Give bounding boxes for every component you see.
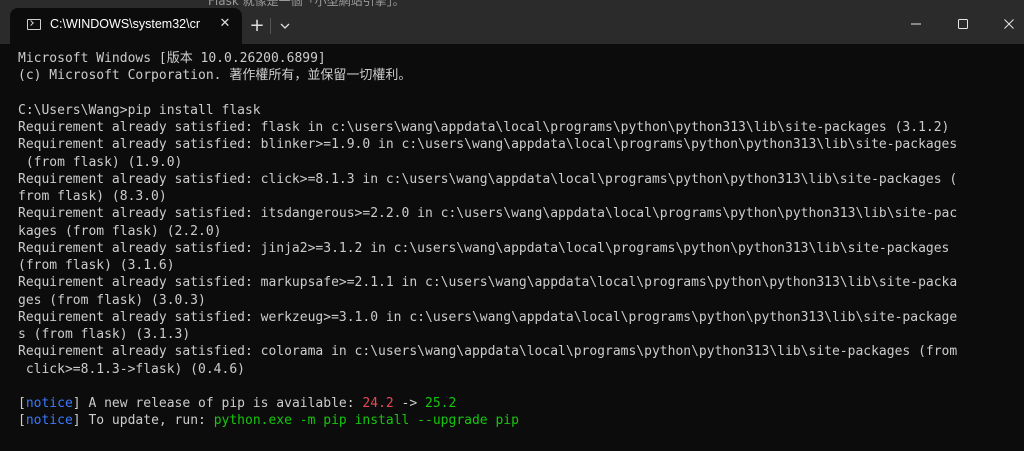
bracket: ]: [72, 413, 81, 429]
header-line: (c) Microsoft Corporation. 著作權所有，並保留一切權利…: [18, 68, 412, 84]
old-version: 24.2: [362, 396, 394, 411]
notice-text: To update, run:: [80, 413, 214, 429]
output-line: Requirement already satisfied: click>=8.…: [18, 171, 958, 187]
new-version: 25.2: [425, 396, 457, 411]
output-line: Requirement already satisfied: itsdanger…: [18, 206, 958, 222]
close-window-button[interactable]: [986, 8, 1024, 40]
minimize-button[interactable]: [893, 8, 939, 40]
title-bar[interactable]: Flask 就像是一個「小型網站引擎」。 C:\WINDOWS\system32…: [0, 0, 1024, 44]
maximize-icon: [958, 19, 968, 29]
bracket: [: [18, 396, 26, 411]
new-tab-button[interactable]: +: [245, 14, 269, 38]
close-tab-icon[interactable]: ✕: [214, 13, 236, 35]
header-line: Microsoft Windows [版本 10.0.26200.6899]: [18, 51, 326, 66]
pip-notice-line: [notice] A new release of pip is availab…: [18, 395, 1018, 412]
tab-separator: [270, 18, 271, 34]
output-line: (from flask) (3.1.6): [18, 258, 175, 273]
output-line: (from flask) (1.9.0): [18, 154, 183, 170]
minimize-icon: [911, 23, 921, 25]
output-line: Requirement already satisfied: blinker>=…: [18, 137, 958, 153]
prompt-line: C:\Users\Wang>pip install flask: [18, 102, 261, 118]
close-icon: [1004, 19, 1014, 29]
background-window-text: Flask 就像是一個「小型網站引擎」。: [208, 0, 405, 8]
output-line: ges (from flask) (3.0.3): [18, 292, 206, 308]
output-line: Requirement already satisfied: markupsaf…: [18, 275, 958, 291]
maximize-button[interactable]: [940, 8, 986, 40]
chevron-down-icon[interactable]: [276, 17, 294, 35]
terminal-icon: [27, 19, 41, 30]
output-line: click>=8.1.3->flask) (0.4.6): [18, 361, 245, 377]
version-arrow: ->: [393, 396, 426, 411]
pip-update-line: [notice] To update, run: python.exe -m p…: [18, 412, 1018, 429]
output-line: Requirement already satisfied: flask in …: [18, 120, 950, 135]
upgrade-command: python.exe -m pip install --upgrade pip: [213, 413, 519, 429]
tab-cmd[interactable]: C:\WINDOWS\system32\cmd.e ✕: [10, 8, 242, 44]
output-line: Requirement already satisfied: werkzeug>…: [18, 309, 958, 325]
bracket: [: [18, 413, 26, 429]
notice-tag: notice: [25, 413, 73, 429]
console-output[interactable]: Microsoft Windows [版本 10.0.26200.6899] (…: [18, 50, 1018, 430]
bracket: ]: [72, 396, 81, 411]
output-line: Requirement already satisfied: colorama …: [18, 344, 958, 360]
tab-title: C:\WINDOWS\system32\cmd.e: [50, 17, 200, 31]
output-line: from flask) (8.3.0): [18, 189, 167, 204]
notice-tag: notice: [25, 396, 73, 411]
output-line: Requirement already satisfied: jinja2>=3…: [18, 240, 950, 256]
notice-text: A new release of pip is available:: [80, 396, 363, 411]
output-line: kages (from flask) (2.2.0): [18, 223, 222, 239]
terminal-window: Flask 就像是一個「小型網站引擎」。 C:\WINDOWS\system32…: [0, 0, 1024, 451]
output-line: s (from flask) (3.1.3): [18, 327, 191, 342]
